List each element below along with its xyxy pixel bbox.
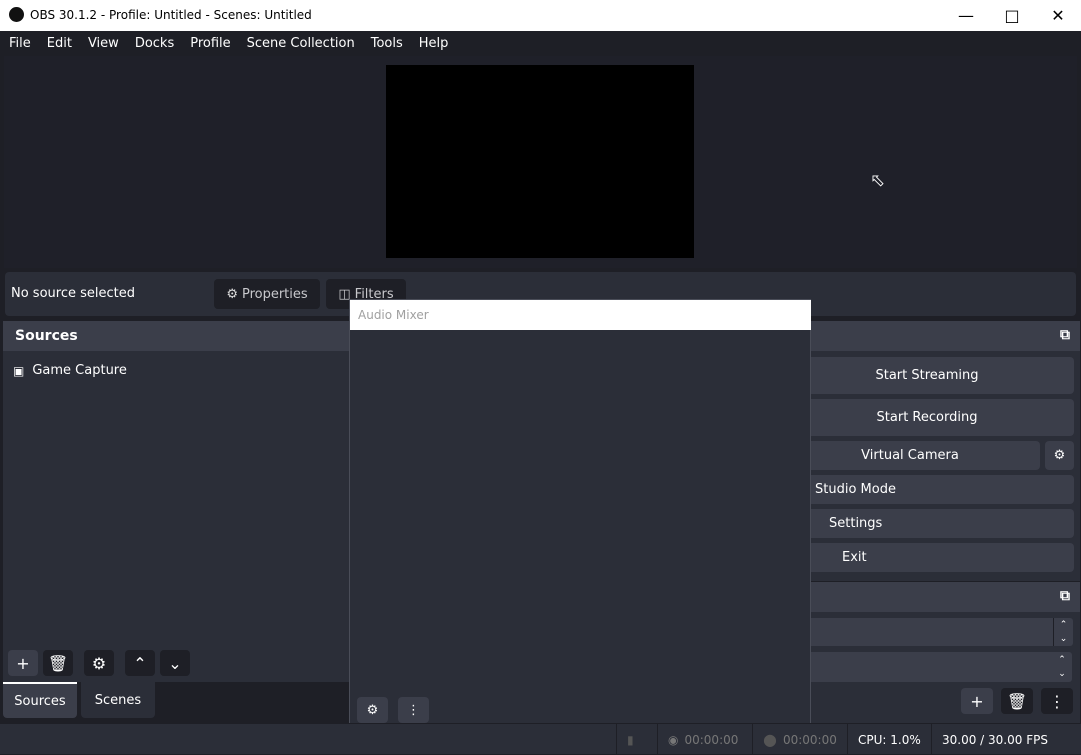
close-button[interactable]: ✕ — [1035, 0, 1081, 31]
virtual-camera-button[interactable]: Virtual Camera — [780, 441, 1040, 470]
plus-icon: + — [970, 691, 984, 711]
record-icon: ● — [763, 730, 777, 749]
move-up-button[interactable]: ⌃ — [125, 650, 155, 676]
studio-mode-button[interactable]: Studio Mode — [780, 475, 1074, 504]
trash-icon: 🗑 — [47, 653, 69, 673]
add-source-button[interactable]: + — [8, 650, 38, 676]
more-vertical-icon: ⋮ — [1049, 691, 1065, 711]
start-streaming-button[interactable]: Start Streaming — [780, 357, 1074, 394]
menu-help[interactable]: Help — [419, 36, 449, 51]
chevron-down-icon: ⌄ — [168, 653, 182, 673]
duration-spinbox[interactable]: ⌃ ⌄ — [790, 652, 1072, 682]
menu-bar: File Edit View Docks Profile Scene Colle… — [0, 31, 1081, 56]
virtual-camera-settings-button[interactable]: ⚙ — [1045, 441, 1074, 470]
settings-button[interactable]: Settings — [780, 509, 1074, 538]
record-status: ● 00:00:00 — [752, 724, 847, 755]
start-recording-button[interactable]: Start Recording — [780, 399, 1074, 436]
sources-list: ▣ Game Capture + 🗑 ⚙ ⌃ ⌄ — [3, 351, 363, 682]
gear-icon: ⚙ — [226, 286, 238, 302]
fps-display: 30.00 / 30.00 FPS — [931, 724, 1081, 755]
tab-scenes[interactable]: Scenes — [81, 682, 155, 718]
title-bar: OBS 30.1.2 - Profile: Untitled - Scenes:… — [0, 0, 1081, 31]
cpu-usage: CPU: 1.0% — [847, 724, 931, 755]
properties-button[interactable]: ⚙ Properties — [214, 279, 320, 309]
gear-icon: ⚙ — [1053, 448, 1066, 463]
audio-mixer-menu-button[interactable]: ⋮ — [398, 697, 429, 723]
menu-file[interactable]: File — [9, 36, 31, 51]
undock-icon[interactable]: ⧉ — [1060, 327, 1070, 343]
gamepad-icon: ▣ — [13, 363, 25, 378]
network-bars-icon: ▮ — [616, 724, 656, 755]
tab-sources[interactable]: Sources — [3, 682, 77, 718]
trash-icon: 🗑 — [1006, 691, 1028, 711]
window-title: OBS 30.1.2 - Profile: Untitled - Scenes:… — [30, 8, 312, 22]
no-source-label: No source selected — [11, 286, 135, 301]
list-item[interactable]: ▣ Game Capture — [13, 363, 127, 378]
broadcast-icon: ◉ — [668, 732, 679, 747]
add-transition-button[interactable]: + — [961, 688, 993, 714]
audio-mixer-window: Audio Mixer ⚙ ⋮ — [349, 299, 811, 728]
transitions-dock-header: ⧉ — [790, 582, 1080, 612]
undock-icon[interactable]: ⧉ — [1060, 588, 1070, 604]
remove-source-button[interactable]: 🗑 — [43, 650, 73, 676]
menu-profile[interactable]: Profile — [190, 36, 230, 51]
menu-scene-collection[interactable]: Scene Collection — [247, 36, 355, 51]
menu-docks[interactable]: Docks — [135, 36, 174, 51]
menu-tools[interactable]: Tools — [371, 36, 403, 51]
stream-status: ◉ 00:00:00 — [657, 724, 752, 755]
menu-edit[interactable]: Edit — [47, 36, 72, 51]
exit-button[interactable]: Exit — [780, 543, 1074, 572]
more-vertical-icon: ⋮ — [407, 702, 420, 718]
spinner-icon[interactable]: ⌃ ⌄ — [1052, 653, 1072, 681]
remove-transition-button[interactable]: 🗑 — [1001, 688, 1033, 714]
move-down-button[interactable]: ⌄ — [160, 650, 190, 676]
advanced-audio-properties-button[interactable]: ⚙ — [357, 697, 388, 723]
preview-canvas[interactable] — [386, 65, 694, 258]
menu-view[interactable]: View — [88, 36, 119, 51]
transition-select[interactable]: ⌃ ⌄ — [790, 618, 1073, 646]
source-properties-button[interactable]: ⚙ — [84, 650, 114, 676]
plus-icon: + — [16, 653, 30, 673]
chevron-up-icon: ⌃ — [133, 653, 147, 673]
transition-menu-button[interactable]: ⋮ — [1041, 688, 1073, 714]
status-bar: ▮ ◉ 00:00:00 ● 00:00:00 CPU: 1.0% 30.00 / … — [0, 723, 1081, 755]
minimize-button[interactable]: — — [943, 0, 989, 31]
spinner-icon[interactable]: ⌃ ⌄ — [1053, 618, 1073, 646]
obs-logo-icon — [9, 7, 24, 22]
audio-mixer-title[interactable]: Audio Mixer — [350, 300, 811, 330]
gear-icon: ⚙ — [91, 653, 107, 673]
sources-dock-header: Sources — [3, 321, 363, 351]
maximize-button[interactable]: □ — [989, 0, 1035, 31]
gears-icon: ⚙ — [366, 702, 379, 718]
controls-dock-header: ⧉ — [790, 321, 1080, 351]
mouse-cursor-icon: ⬁ — [870, 170, 886, 191]
